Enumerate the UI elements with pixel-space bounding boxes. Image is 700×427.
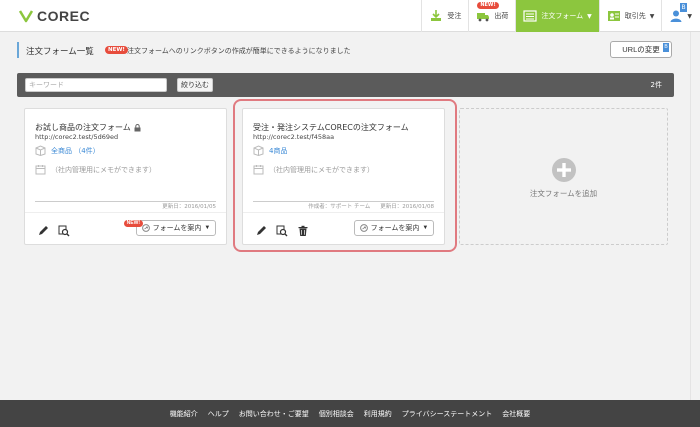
chevron-down-icon: ▼ [204,225,211,231]
nav-account[interactable]: B ▼ [661,0,700,32]
nav-ship[interactable]: NEW! 出荷 [468,0,515,32]
footer-link-company[interactable]: 会社概要 [502,409,530,419]
form-list-icon [523,10,537,22]
nav-customers-label: 取引先 [624,12,646,20]
card-title-text: お試し商品の注文フォーム [35,123,131,132]
url-change-button[interactable]: URLの変更 B [610,41,672,58]
footer-link-features[interactable]: 機能紹介 [170,409,198,419]
nav-order-form[interactable]: 注文フォーム ▼ [515,0,599,32]
card-url: http://corec2.test/5d69ed [35,133,119,141]
box-icon [35,145,46,156]
add-order-form-card[interactable]: 注文フォームを追加 [459,108,668,245]
nav-receive[interactable]: 受注 [421,0,468,32]
ship-new-badge: NEW! [477,2,499,9]
corec-logo-icon [18,10,34,23]
calendar-icon [35,165,46,175]
filter-button[interactable]: 絞り込む [177,78,213,92]
vertical-scrollbar[interactable] [690,32,700,400]
result-count: 2件 [650,81,662,89]
new-badge: NEW! [105,46,128,54]
card-memo-text: （社内管理用にメモができます） [51,165,156,174]
corec-logo[interactable]: COREC [18,8,90,24]
search-bar: 絞り込む 2件 [17,73,674,97]
guide-button-label: フォームを案内 [152,225,202,232]
edit-pencil-icon[interactable] [37,225,49,237]
card-memo[interactable]: （社内管理用にメモができます） [35,164,156,175]
card-title[interactable]: お試し商品の注文フォーム [35,122,141,133]
form-guide-dropdown[interactable]: NEW! フォームを案内 ▼ [123,220,216,236]
card-products-link[interactable]: 全商品 （4件） [35,145,100,156]
order-form-card-1: お試し商品の注文フォーム http://corec2.test/5d69ed 全… [24,108,227,245]
site-footer: 機能紹介 ヘルプ お問い合わせ・ご要望 個別相談会 利用規約 プライバシーステー… [0,400,700,427]
add-form-label: 注文フォームを追加 [529,189,598,198]
footer-link-privacy[interactable]: プライバシーステートメント [402,409,493,419]
nav-receive-label: 受注 [447,12,462,20]
footer-link-help[interactable]: ヘルプ [208,409,229,419]
main-nav: 受注 NEW! 出荷 注文フォーム ▼ 取引先 ▼ B ▼ [421,0,700,32]
nav-order-form-label: 注文フォーム [541,12,584,20]
card-footer: NEW! フォームを案内 ▼ [25,212,226,244]
keyword-input[interactable] [25,78,167,92]
lock-icon [134,123,141,131]
footer-link-consultation[interactable]: 個別相談会 [319,409,354,419]
top-header: COREC 受注 NEW! 出荷 注文フォーム ▼ 取引先 ▼ B ▼ [0,0,700,32]
contact-card-icon [607,11,620,21]
footer-link-contact[interactable]: お問い合わせ・ご要望 [239,409,309,419]
page-title-bar: 注文フォーム一覧 NEW! 注文フォームへのリンクボタンの作成が簡単にできるよう… [17,40,672,62]
chevron-down-icon: ▼ [687,12,692,20]
preview-magnifier-icon[interactable] [58,225,70,237]
account-badge: B [680,3,687,12]
chevron-down-icon: ▼ [587,12,592,20]
url-change-label: URLの変更 [622,45,660,54]
card-updated: 更新日：2016/01/05 [162,204,216,210]
guide-new-badge: NEW! [123,220,143,227]
page-title: 注文フォーム一覧 [26,47,94,57]
chevron-down-icon: ▼ [649,12,655,20]
title-accent-bar [17,42,19,58]
logo-text: COREC [37,8,91,24]
highlight-outline [233,99,457,252]
announcement-text: 注文フォームへのリンクボタンの作成が簡単にできるようになりました [127,47,351,55]
card-products-text: 全商品 （4件） [51,146,100,155]
card-meta: 更新日：2016/01/05 [162,202,216,210]
receive-icon [431,10,442,21]
plus-circle-icon [552,158,576,182]
nav-customers[interactable]: 取引先 ▼ [598,0,662,32]
share-icon [141,224,150,232]
truck-icon [477,13,490,22]
nav-ship-label: 出荷 [494,12,509,20]
url-change-badge: B [663,43,669,52]
footer-link-terms[interactable]: 利用規約 [364,409,392,419]
